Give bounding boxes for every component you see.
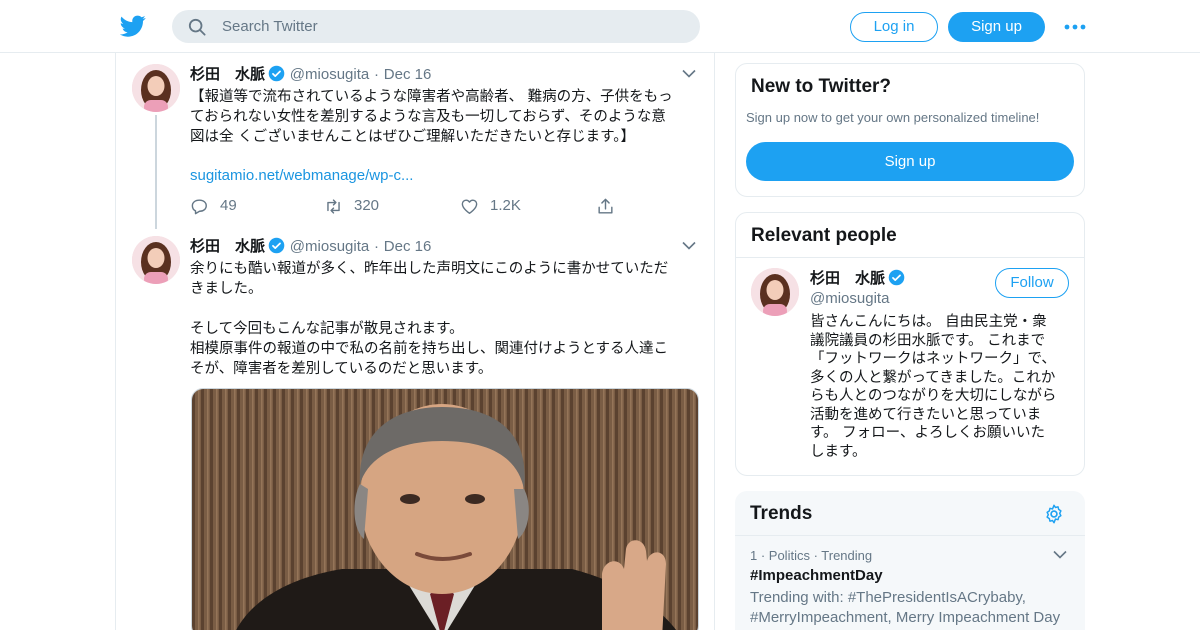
- bio-line: す。 フォロー、よろしくお願いいた: [810, 425, 1046, 441]
- heart-icon: [461, 199, 478, 214]
- timeline: 杉田 水脈 @miosugita · Dec 16 【報道等で流布されているよう…: [115, 53, 715, 630]
- tweet-text-line: 【報道等で流布されているような障害者や高齢者、 難病の方、子供をもっ: [190, 89, 673, 105]
- separator: ·: [374, 66, 380, 83]
- tweet-header: 杉田 水脈 @miosugita · Dec 16: [190, 235, 431, 256]
- trend-related-line: #MerryImpeachment, Merry Impeachment Day: [750, 608, 1061, 626]
- tweet-date[interactable]: Dec 16: [384, 238, 432, 255]
- top-navigation-bar: Search Twitter Log in Sign up: [0, 0, 1200, 53]
- separator: ·: [374, 238, 380, 255]
- card-subtitle: Sign up now to get your own personalized…: [746, 110, 1040, 125]
- share-icon: [598, 198, 613, 214]
- new-to-twitter-card: New to Twitter? Sign up now to get your …: [735, 63, 1085, 197]
- tweet-text-line: きました。: [190, 281, 263, 297]
- tweet-text-line: 図は全 くございませんことはぜひご理解いただきたいと存じます。】: [190, 129, 635, 145]
- person-handle[interactable]: @miosugita: [810, 290, 889, 307]
- tweet-text-line: ておられない女性を差別するような言及も一切しておらず、そのような意: [190, 109, 666, 125]
- like-count: 1.2K: [490, 197, 521, 214]
- card-title: New to Twitter?: [751, 76, 892, 97]
- reply-count: 49: [220, 197, 237, 214]
- bio-line: らも人とのつながりを大切にしながら: [810, 388, 1057, 404]
- search-input[interactable]: Search Twitter: [222, 18, 318, 35]
- divider: [736, 257, 1084, 258]
- avatar[interactable]: [751, 268, 799, 316]
- bio-line: 皆さんこんにちは。 自由民主党・衆: [810, 314, 1047, 330]
- more-dots-icon[interactable]: [1064, 24, 1086, 30]
- tweet-text-line: 余りにも酷い報道が多く、昨年出した声明文にこのように書かせていただ: [190, 261, 669, 277]
- tweet-text-line: そが、障害者を差別しているのだと思います。: [190, 361, 493, 377]
- author-name[interactable]: 杉田 水脈: [190, 65, 265, 83]
- trends-card: Trends 1 · Politics · Trending #Impeachm…: [735, 491, 1085, 630]
- verified-badge-icon: [268, 237, 285, 254]
- profile-photo-icon: [751, 268, 799, 316]
- tweet-date[interactable]: Dec 16: [384, 66, 432, 83]
- chevron-down-icon[interactable]: [682, 69, 696, 78]
- tweet-media-photo[interactable]: [191, 388, 699, 630]
- reply-icon: [191, 199, 207, 215]
- twitter-bird-logo-icon[interactable]: [120, 13, 146, 39]
- chevron-down-icon[interactable]: [1053, 550, 1067, 559]
- avatar[interactable]: [132, 64, 180, 112]
- retweet-count: 320: [354, 197, 380, 214]
- tweet-text-blank-line: [190, 299, 700, 319]
- author-handle[interactable]: @miosugita: [290, 66, 369, 83]
- bio-line: 活動を進めて行きたいと思っていま: [810, 406, 1042, 423]
- search-box[interactable]: Search Twitter: [172, 10, 700, 43]
- login-button[interactable]: Log in: [850, 12, 938, 42]
- gear-icon[interactable]: [1043, 503, 1065, 525]
- tweet-header: 杉田 水脈 @miosugita · Dec 16: [190, 63, 431, 84]
- photo-portrait-icon: [192, 389, 698, 630]
- trend-name-link[interactable]: #ImpeachmentDay: [750, 567, 883, 584]
- tweet-text: 余りにも酷い報道が多く、昨年出した声明文にこのように書かせていただ きました。 …: [190, 259, 700, 379]
- share-button[interactable]: [596, 196, 616, 216]
- tweet-text: 【報道等で流布されているような障害者や高齢者、 難病の方、子供をもっ ておられな…: [190, 87, 700, 147]
- author-name[interactable]: 杉田 水脈: [190, 237, 265, 255]
- verified-badge-icon: [268, 65, 285, 82]
- relevant-people-card: Relevant people 杉田 水脈 @miosugita Follow …: [735, 212, 1085, 476]
- avatar[interactable]: [132, 236, 180, 284]
- divider: [735, 535, 1085, 536]
- signup-button[interactable]: Sign up: [948, 12, 1045, 42]
- chevron-down-icon[interactable]: [682, 241, 696, 250]
- follow-button[interactable]: Follow: [995, 268, 1069, 298]
- bio-line: 議院議員の杉田水脈です。 これまで: [810, 332, 1046, 349]
- tweet-text-line: そして今回もこんな記事が散見されます。: [190, 321, 464, 337]
- bio-line: します。: [810, 443, 867, 460]
- trend-meta: 1 · Politics · Trending: [750, 548, 873, 563]
- retweet-icon: [327, 199, 340, 214]
- trend-related: Trending with: #ThePresidentIsACrybaby, …: [750, 588, 1080, 627]
- search-icon: [188, 18, 206, 36]
- tweet-actions: 49 320 1.2K: [190, 196, 630, 216]
- profile-photo-icon: [132, 64, 180, 112]
- verified-badge-icon: [888, 269, 905, 286]
- tweet-text-line: 相模原事件の報道の中で私の名前を持ち出し、関連付けようとする人達こ: [190, 341, 669, 357]
- tweet[interactable]: 杉田 水脈 @miosugita · Dec 16 余りにも酷い報道が多く、昨年…: [116, 225, 714, 630]
- tweet[interactable]: 杉田 水脈 @miosugita · Dec 16 【報道等で流布されているよう…: [116, 53, 714, 229]
- card-title: Trends: [750, 503, 813, 524]
- thread-line: [155, 115, 157, 229]
- author-handle[interactable]: @miosugita: [290, 238, 369, 255]
- person-bio: 皆さんこんにちは。 自由民主党・衆 議院議員の杉田水脈です。 これまで 「フット…: [810, 313, 1072, 461]
- sidebar-signup-button[interactable]: Sign up: [746, 142, 1074, 181]
- tweet-link[interactable]: sugitamio.net/webmanage/wp-c...: [190, 167, 413, 184]
- profile-photo-icon: [132, 236, 180, 284]
- bio-line: 「フットワークはネットワーク」で、: [810, 351, 1056, 367]
- card-title: Relevant people: [751, 225, 897, 246]
- person-name-text: 杉田 水脈: [810, 269, 886, 287]
- trend-related-line: Trending with: #ThePresidentIsACrybaby,: [750, 589, 1026, 606]
- bio-line: 多くの人と繋がってきました。これか: [810, 369, 1056, 386]
- person-name[interactable]: 杉田 水脈: [810, 267, 905, 288]
